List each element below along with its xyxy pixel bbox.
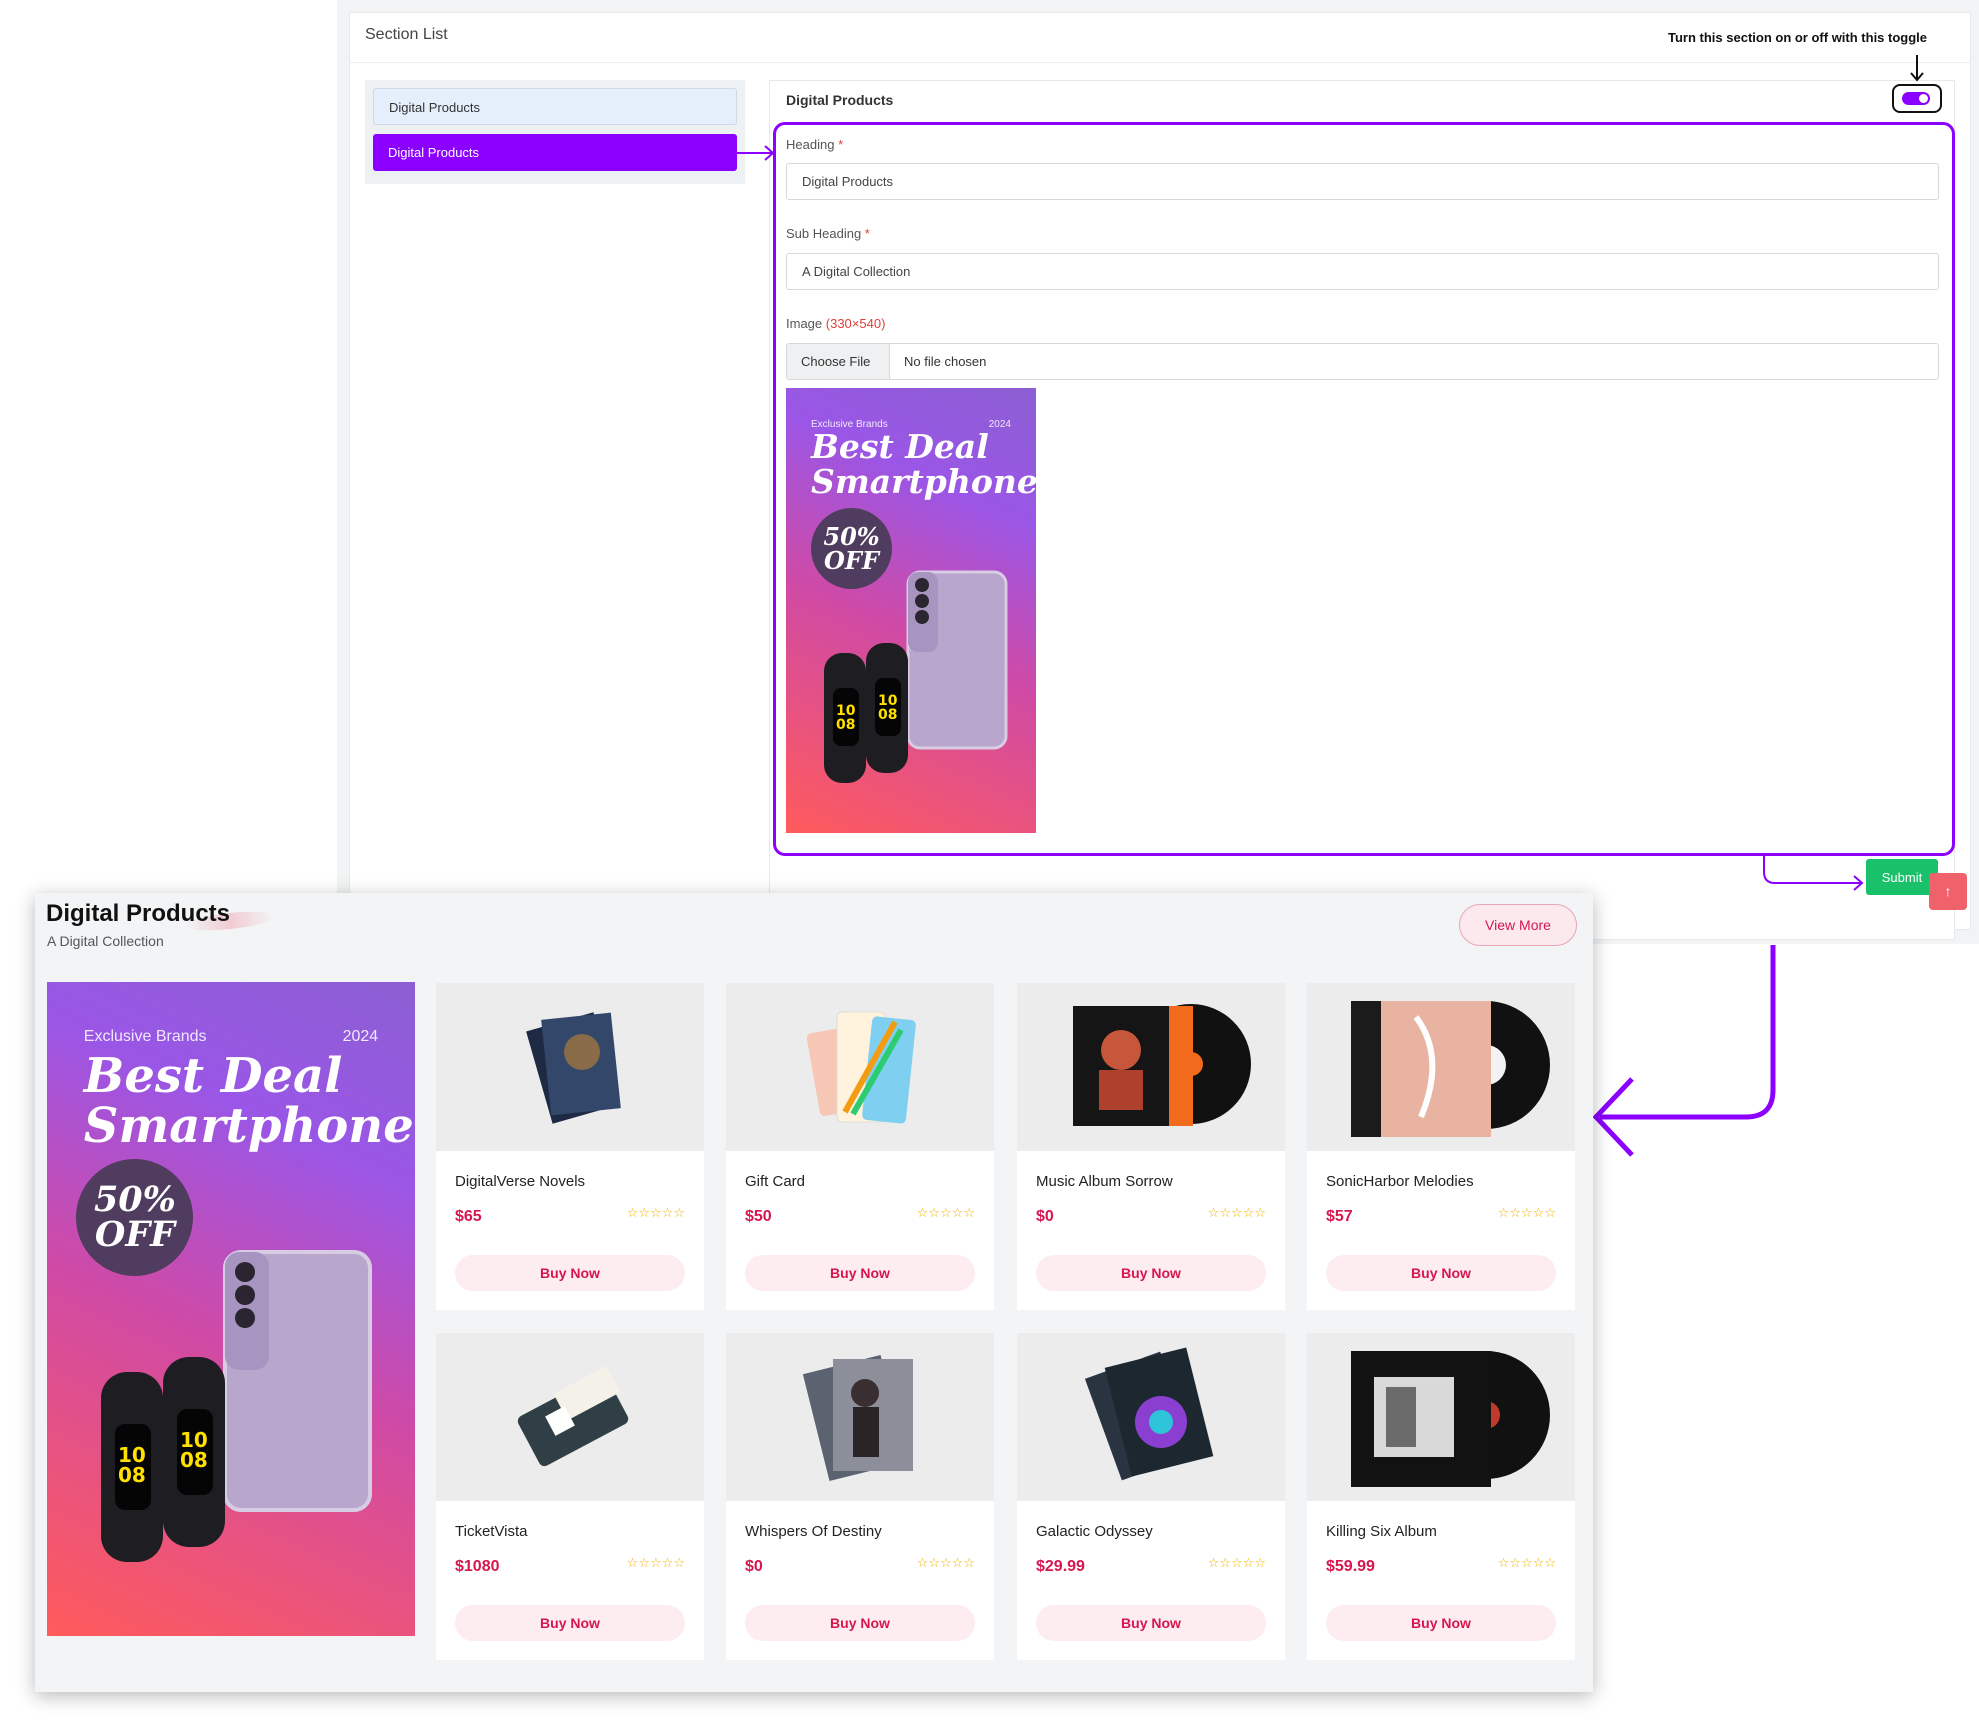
product-name: SonicHarbor Melodies bbox=[1326, 1173, 1474, 1190]
image-file-input[interactable]: Choose File No file chosen bbox=[786, 343, 1939, 380]
product-price: $0 bbox=[745, 1558, 763, 1575]
rating-stars-icon: ☆☆☆☆☆ bbox=[626, 1205, 685, 1220]
vinyl-album-icon bbox=[1307, 1333, 1575, 1501]
file-status: No file chosen bbox=[904, 354, 987, 369]
buy-now-button[interactable]: Buy Now bbox=[745, 1605, 975, 1641]
arrow-up-icon[interactable]: ↑ bbox=[1929, 873, 1967, 910]
store-section-title: Digital Products bbox=[46, 900, 231, 927]
section-list-item-digital-products-active[interactable]: Digital Products bbox=[373, 134, 737, 171]
store-section-subtitle: A Digital Collection bbox=[47, 933, 164, 949]
product-card[interactable]: TicketVista $1080 ☆☆☆☆☆ Buy Now bbox=[436, 1333, 704, 1660]
buy-now-button[interactable]: Buy Now bbox=[1036, 1255, 1266, 1291]
product-price: $59.99 bbox=[1326, 1558, 1375, 1575]
toggle-hint-annotation: Turn this section on or off with this to… bbox=[1668, 30, 1928, 45]
product-name: Music Album Sorrow bbox=[1036, 1173, 1173, 1190]
image-label: Image (330×540) bbox=[786, 316, 885, 331]
store-banner[interactable]: Exclusive Brands 2024 Best Deal Smartpho… bbox=[47, 982, 415, 1636]
product-card[interactable]: Whispers Of Destiny $0 ☆☆☆☆☆ Buy Now bbox=[726, 1333, 994, 1660]
buy-now-button[interactable]: Buy Now bbox=[455, 1605, 685, 1641]
phone-watch-illustration: 10 08 10 08 bbox=[101, 1250, 372, 1562]
heading-input[interactable] bbox=[786, 163, 1939, 200]
product-name: DigitalVerse Novels bbox=[455, 1173, 586, 1190]
card-title: Section List bbox=[365, 26, 448, 43]
rating-stars-icon: ☆☆☆☆☆ bbox=[916, 1205, 975, 1220]
image-size-hint: (330×540) bbox=[825, 316, 886, 331]
book-cover-icon bbox=[436, 983, 704, 1151]
choose-file-button[interactable]: Choose File bbox=[787, 344, 890, 379]
heading-label-text: Heading bbox=[786, 137, 835, 152]
vinyl-album-icon bbox=[1307, 983, 1575, 1151]
section-list-item-digital-products[interactable]: Digital Products bbox=[373, 88, 737, 125]
toggle-knob bbox=[1919, 94, 1928, 103]
product-price: $65 bbox=[455, 1208, 482, 1225]
svg-text:08: 08 bbox=[180, 1448, 208, 1472]
product-name: Whispers Of Destiny bbox=[745, 1523, 882, 1540]
phone-watch-illustration: 10 08 10 08 bbox=[824, 570, 1008, 783]
product-card[interactable]: Galactic Odyssey $29.99 ☆☆☆☆☆ Buy Now bbox=[1017, 1333, 1285, 1660]
product-price: $29.99 bbox=[1036, 1558, 1085, 1575]
svg-text:08: 08 bbox=[118, 1463, 146, 1487]
banner-art-large: Exclusive Brands 2024 Best Deal Smartpho… bbox=[47, 982, 415, 1636]
subheading-label-text: Sub Heading bbox=[786, 226, 862, 241]
rating-stars-icon: ☆☆☆☆☆ bbox=[626, 1555, 685, 1570]
gift-card-icon bbox=[726, 983, 994, 1151]
buy-now-button[interactable]: Buy Now bbox=[1036, 1605, 1266, 1641]
book-cover-icon bbox=[726, 1333, 994, 1501]
product-price: $50 bbox=[745, 1208, 772, 1225]
subheading-input[interactable] bbox=[786, 253, 1939, 290]
product-card[interactable]: Gift Card $50 ☆☆☆☆☆ Buy Now bbox=[726, 983, 994, 1310]
product-card[interactable]: DigitalVerse Novels $65 ☆☆☆☆☆ Buy Now bbox=[436, 983, 704, 1310]
svg-text:08: 08 bbox=[878, 707, 897, 723]
product-name: Killing Six Album bbox=[1326, 1523, 1437, 1540]
rating-stars-icon: ☆☆☆☆☆ bbox=[1207, 1555, 1266, 1570]
required-mark: * bbox=[838, 137, 844, 152]
product-price: $1080 bbox=[455, 1558, 500, 1575]
ticket-icon bbox=[436, 1333, 704, 1501]
buy-now-button[interactable]: Buy Now bbox=[1326, 1605, 1556, 1641]
product-card[interactable]: Music Album Sorrow $0 ☆☆☆☆☆ Buy Now bbox=[1017, 983, 1285, 1310]
toggle-track bbox=[1902, 92, 1930, 105]
required-mark: * bbox=[864, 226, 870, 241]
section-toggle[interactable] bbox=[1892, 84, 1942, 113]
magazine-icon bbox=[1017, 1333, 1285, 1501]
svg-text:08: 08 bbox=[836, 717, 855, 733]
rating-stars-icon: ☆☆☆☆☆ bbox=[1207, 1205, 1266, 1220]
product-card[interactable]: Killing Six Album $59.99 ☆☆☆☆☆ Buy Now bbox=[1307, 1333, 1575, 1660]
buy-now-button[interactable]: Buy Now bbox=[745, 1255, 975, 1291]
rating-stars-icon: ☆☆☆☆☆ bbox=[916, 1555, 975, 1570]
heading-label: Heading * bbox=[786, 137, 843, 152]
banner-art-small: Exclusive Brands 2024 Best Deal Smartpho… bbox=[786, 388, 1036, 833]
product-price: $0 bbox=[1036, 1208, 1054, 1225]
image-preview: Exclusive Brands 2024 Best Deal Smartpho… bbox=[786, 388, 1036, 833]
product-price: $57 bbox=[1326, 1208, 1353, 1225]
rating-stars-icon: ☆☆☆☆☆ bbox=[1497, 1555, 1556, 1570]
submit-button[interactable]: Submit bbox=[1866, 859, 1938, 895]
divider bbox=[349, 62, 1971, 63]
image-label-text: Image bbox=[786, 316, 823, 331]
product-name: Galactic Odyssey bbox=[1036, 1523, 1153, 1540]
product-name: TicketVista bbox=[455, 1523, 528, 1540]
buy-now-button[interactable]: Buy Now bbox=[1326, 1255, 1556, 1291]
form-panel-title: Digital Products bbox=[786, 92, 894, 108]
product-name: Gift Card bbox=[745, 1173, 806, 1190]
vinyl-album-icon bbox=[1017, 983, 1285, 1151]
rating-stars-icon: ☆☆☆☆☆ bbox=[1497, 1205, 1556, 1220]
subheading-label: Sub Heading * bbox=[786, 226, 870, 241]
product-card[interactable]: SonicHarbor Melodies $57 ☆☆☆☆☆ Buy Now bbox=[1307, 983, 1575, 1310]
buy-now-button[interactable]: Buy Now bbox=[455, 1255, 685, 1291]
view-more-button[interactable]: View More bbox=[1459, 904, 1577, 946]
